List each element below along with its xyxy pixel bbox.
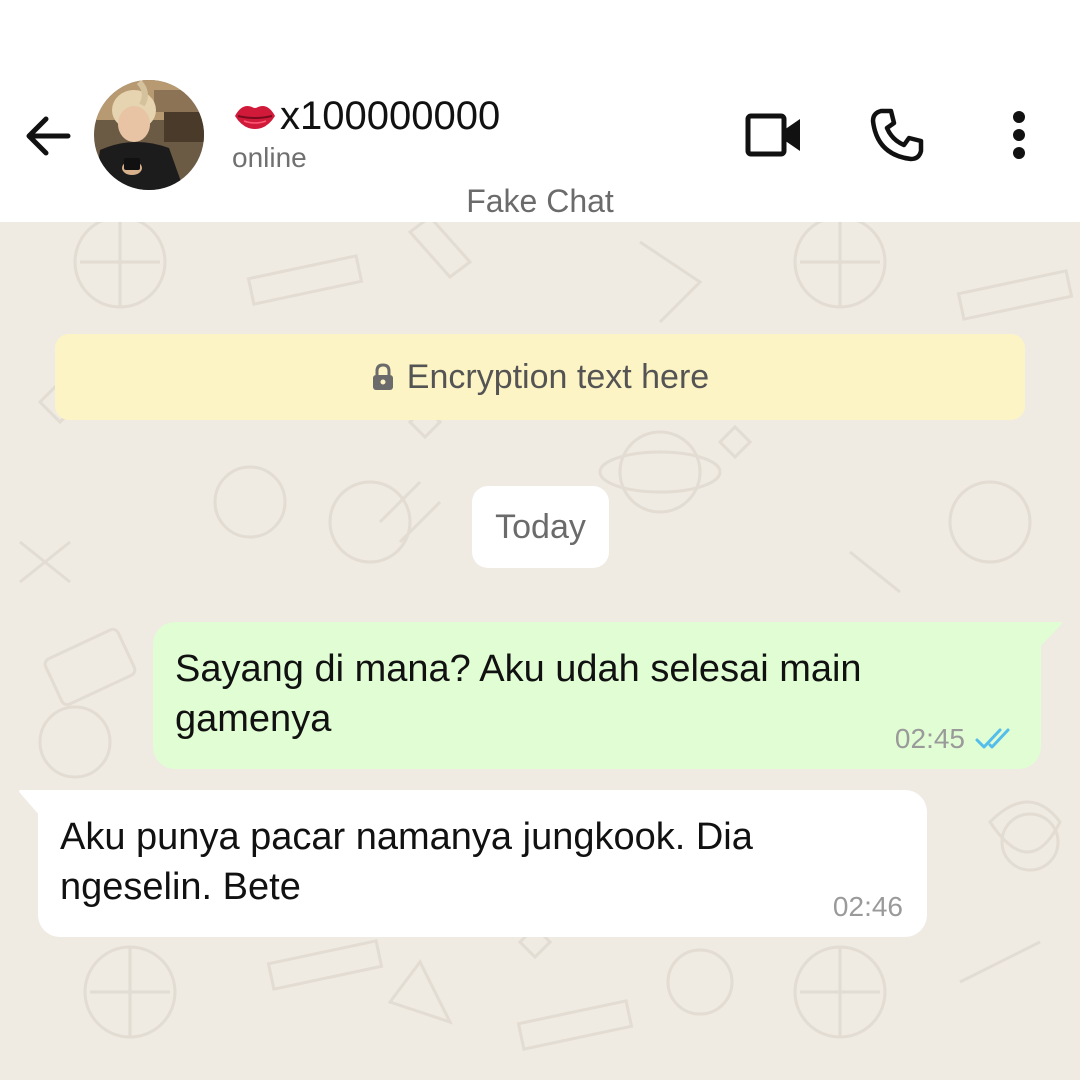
video-call-icon: [745, 113, 800, 157]
message-text: Aku punya pacar namanya jungkook. Dia ng…: [60, 816, 753, 908]
arrow-left-icon: [26, 116, 71, 156]
phone-icon: [870, 108, 924, 162]
chat-area[interactable]: Encryption text here Today Sayang di man…: [0, 222, 1080, 1080]
more-vertical-icon: [1013, 111, 1025, 159]
message-time: 02:45: [894, 723, 965, 754]
message-bubble-outgoing[interactable]: Sayang di mana? Aku udah selesai main ga…: [153, 622, 1062, 769]
lock-icon: [372, 363, 393, 390]
back-button[interactable]: [22, 110, 74, 162]
encryption-text: Encryption text here: [406, 357, 710, 396]
bubble-tail: [19, 790, 40, 816]
more-options-button[interactable]: [984, 100, 1054, 170]
message-text: Sayang di mana? Aku udah selesai main ga…: [175, 648, 862, 740]
contact-status: online: [232, 142, 307, 173]
header-subtitle: Fake Chat: [466, 183, 614, 219]
kiss-lips-icon: [235, 106, 275, 129]
date-chip: Today: [472, 486, 609, 568]
contact-name-text: x100000000: [280, 94, 501, 138]
bubble-tail: [1039, 622, 1062, 648]
chat-header: x100000000 online Fake Chat: [0, 0, 1080, 222]
message-meta: 02:46: [833, 893, 903, 921]
message-meta: 02:45: [895, 725, 1017, 753]
avatar[interactable]: [94, 80, 204, 190]
encryption-banner[interactable]: Encryption text here: [55, 334, 1025, 420]
double-check-read-icon: [975, 728, 1010, 749]
message-time: 02:46: [832, 891, 903, 922]
voice-call-button[interactable]: [862, 100, 932, 170]
video-call-button[interactable]: [740, 100, 810, 170]
contact-name[interactable]: x100000000: [232, 92, 500, 140]
message-bubble-incoming[interactable]: Aku punya pacar namanya jungkook. Dia ng…: [19, 790, 927, 937]
